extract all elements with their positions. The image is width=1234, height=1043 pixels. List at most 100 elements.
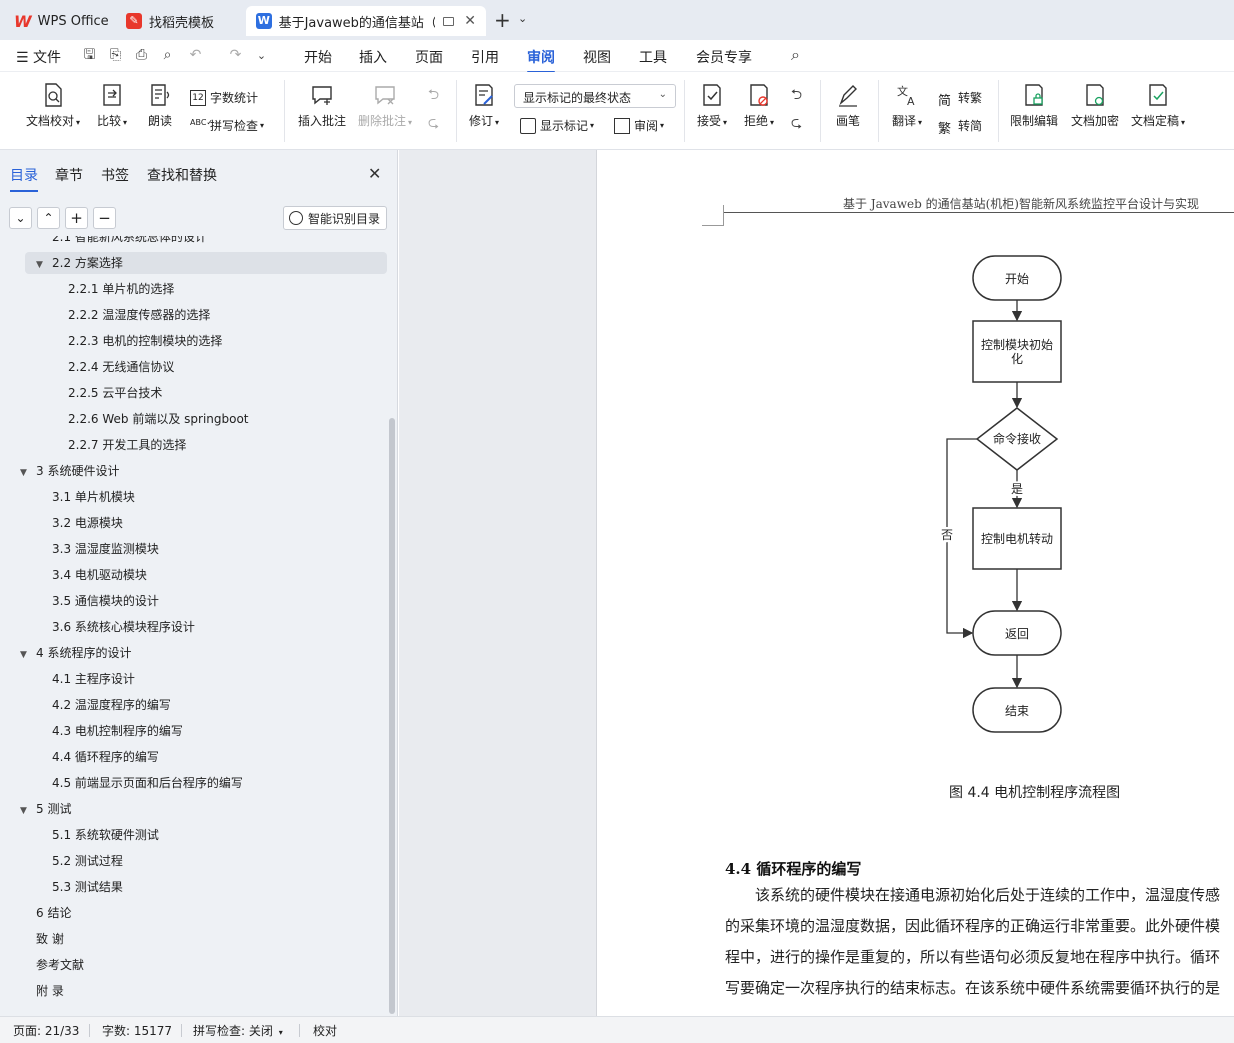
toc-item[interactable]: 3.5 通信模块的设计 xyxy=(52,590,159,612)
menu-page[interactable]: 页面 xyxy=(415,47,443,67)
menu-review[interactable]: 审阅 xyxy=(527,47,555,73)
toc-item[interactable]: 4.1 主程序设计 xyxy=(52,668,135,690)
file-menu[interactable]: ☰ 文件 xyxy=(16,47,61,67)
tab-toc[interactable]: 目录 xyxy=(10,165,38,192)
insert-comment-button[interactable]: 插入批注 xyxy=(298,72,346,129)
quick-access-more-icon[interactable]: ⌄ xyxy=(254,48,269,63)
review-pane-button[interactable]: 审阅 ▾ xyxy=(614,117,664,134)
export-icon[interactable]: ⎘ xyxy=(108,48,123,63)
page-indicator[interactable]: 页面: 21/33 xyxy=(13,1022,79,1039)
markup-state-select[interactable]: 显示标记的最终状态 ⌄ xyxy=(514,84,676,108)
tab-chapters[interactable]: 章节 xyxy=(55,165,83,185)
add-heading-icon[interactable]: + xyxy=(65,207,88,229)
toc-item-label: 3.2 电源模块 xyxy=(52,516,123,530)
toc-item[interactable]: 2.2.6 Web 前端以及 springboot xyxy=(68,408,249,430)
finalize-button[interactable]: 文档定稿 ▾ xyxy=(1131,72,1185,129)
reject-button[interactable]: 拒绝 ▾ xyxy=(744,72,774,129)
tab-wps-office[interactable]: W WPS Office xyxy=(4,6,119,36)
toc-item[interactable]: ▼ 4 系统程序的设计 xyxy=(20,642,131,664)
toc-item[interactable]: 3.2 电源模块 xyxy=(52,512,123,534)
expand-triangle-icon[interactable]: ▼ xyxy=(20,462,32,484)
toc-item[interactable]: 2.2.4 无线通信协议 xyxy=(68,356,174,378)
show-markup-button[interactable]: 显示标记 ▾ xyxy=(520,117,594,134)
expand-triangle-icon[interactable]: ▼ xyxy=(20,800,32,822)
undo-icon[interactable]: ↶ xyxy=(188,48,203,63)
tab-document[interactable]: W 基于Javaweb的通信基站（机柜 ✕ xyxy=(246,6,486,36)
toc-item[interactable]: 2.2.1 单片机的选择 xyxy=(68,278,174,300)
print-icon[interactable]: ⎙ xyxy=(134,48,149,63)
toc-item[interactable]: 3.6 系统核心模块程序设计 xyxy=(52,616,195,638)
to-simplified-button[interactable]: 繁 转简 xyxy=(938,117,982,137)
menu-start[interactable]: 开始 xyxy=(304,47,332,67)
menu-member[interactable]: 会员专享 xyxy=(696,47,752,67)
menu-view[interactable]: 视图 xyxy=(583,47,611,67)
accept-button[interactable]: 接受 ▾ xyxy=(697,72,727,129)
toc-item[interactable]: 4.3 电机控制程序的编写 xyxy=(52,720,183,742)
encrypt-button[interactable]: 文档加密 xyxy=(1071,72,1119,129)
menu-tools[interactable]: 工具 xyxy=(639,47,667,67)
close-tab-icon[interactable]: ✕ xyxy=(464,13,476,29)
chevron-down-icon[interactable]: ⌄ xyxy=(518,12,527,25)
read-aloud-button[interactable]: 朗读 xyxy=(148,72,172,129)
toc-item[interactable]: 3.1 单片机模块 xyxy=(52,486,135,508)
toc-item[interactable]: 致 谢 xyxy=(36,928,64,950)
expand-triangle-icon[interactable]: ▼ xyxy=(20,644,32,666)
word-count-status[interactable]: 字数: 15177 xyxy=(102,1022,172,1039)
print-preview-icon[interactable]: ⌕ xyxy=(160,48,175,63)
save-icon[interactable]: 🖫 xyxy=(82,48,97,63)
next-comment-icon[interactable]: ⮎ xyxy=(426,116,441,131)
smart-toc-button[interactable]: 智能识别目录 xyxy=(283,206,387,230)
tab-bookmarks[interactable]: 书签 xyxy=(101,165,129,185)
doc-check-button[interactable]: 文档校对 ▾ xyxy=(26,72,80,129)
toc-item[interactable]: 2.2.2 温湿度传感器的选择 xyxy=(68,304,210,326)
toc-item[interactable]: 5.2 测试过程 xyxy=(52,850,123,872)
spell-check-status[interactable]: 拼写检查: 关闭 ▾ xyxy=(193,1022,283,1039)
toc-item[interactable]: 4.2 温湿度程序的编写 xyxy=(52,694,171,716)
toc-item[interactable]: ▼ 3 系统硬件设计 xyxy=(20,460,119,482)
toc-item[interactable]: ▼ 5 测试 xyxy=(20,798,71,820)
toc-item[interactable]: 参考文献 xyxy=(36,954,84,976)
toc-item[interactable]: 5.1 系统软硬件测试 xyxy=(52,824,159,846)
toc-item[interactable]: 6 结论 xyxy=(36,902,71,924)
monitor-icon[interactable] xyxy=(442,16,455,26)
toc-item[interactable]: 4.4 循环程序的编写 xyxy=(52,746,159,768)
tab-find-replace[interactable]: 查找和替换 xyxy=(147,165,217,185)
toc-item[interactable]: 2.2.3 电机的控制模块的选择 xyxy=(68,330,222,352)
sidebar-scrollbar[interactable] xyxy=(389,418,395,1014)
menu-insert[interactable]: 插入 xyxy=(359,47,387,67)
menu-reference[interactable]: 引用 xyxy=(471,47,499,67)
redo-icon[interactable]: ↷ xyxy=(228,48,243,63)
delete-comment-button[interactable]: 删除批注 ▾ xyxy=(358,72,412,129)
remove-heading-icon[interactable]: − xyxy=(93,207,116,229)
previous-comment-icon[interactable]: ⮌ xyxy=(426,88,441,103)
toc-item[interactable]: 3.4 电机驱动模块 xyxy=(52,564,147,586)
review-pane-label: 审阅 xyxy=(634,119,659,133)
toc-item[interactable]: 5.3 测试结果 xyxy=(52,876,123,898)
new-tab-icon[interactable]: + xyxy=(494,8,511,32)
toc-item[interactable]: 2.2.7 开发工具的选择 xyxy=(68,434,186,456)
close-pane-icon[interactable]: ✕ xyxy=(368,164,381,183)
tab-template[interactable]: ✎ 找稻壳模板 xyxy=(116,6,224,36)
toc-item[interactable]: 2.2.5 云平台技术 xyxy=(68,382,162,404)
pen-button[interactable]: 画笔 xyxy=(836,72,860,129)
to-traditional-button[interactable]: 简 转繁 xyxy=(938,89,982,109)
toc-item[interactable]: 3.3 温湿度监测模块 xyxy=(52,538,159,560)
translate-button[interactable]: 文A 翻译 ▾ xyxy=(892,72,922,129)
collapse-up-icon[interactable]: ⌃ xyxy=(37,207,60,229)
expand-triangle-icon[interactable]: ▼ xyxy=(36,254,48,276)
toc-item[interactable]: 4.5 前端显示页面和后台程序的编写 xyxy=(52,772,243,794)
restrict-edit-button[interactable]: 限制编辑 xyxy=(1010,72,1058,129)
toc-item[interactable]: 附 录 xyxy=(36,980,64,1002)
compare-button[interactable]: 比较 ▾ xyxy=(97,72,127,129)
previous-change-icon[interactable]: ⮌ xyxy=(789,88,804,103)
next-change-icon[interactable]: ⮎ xyxy=(789,116,804,131)
toc-item[interactable]: ▼ 2.2 方案选择 xyxy=(25,252,387,274)
track-changes-button[interactable]: 修订 ▾ xyxy=(469,72,499,129)
search-icon[interactable]: ⌕ xyxy=(788,47,803,63)
collapse-down-icon[interactable]: ⌄ xyxy=(9,207,32,229)
proofread-status[interactable]: 校对 xyxy=(313,1022,337,1039)
toc-item[interactable]: 2.1 智能新风系统总体的设计 xyxy=(52,236,207,248)
document-page[interactable]: 基于 Javaweb 的通信基站(机柜)智能新风系统监控平台设计与实现 开始 控… xyxy=(596,150,1234,1016)
spell-check-button[interactable]: ABC✓ 拼写检查 ▾ xyxy=(190,117,264,134)
word-count-button[interactable]: 12 字数统计 xyxy=(190,89,258,106)
